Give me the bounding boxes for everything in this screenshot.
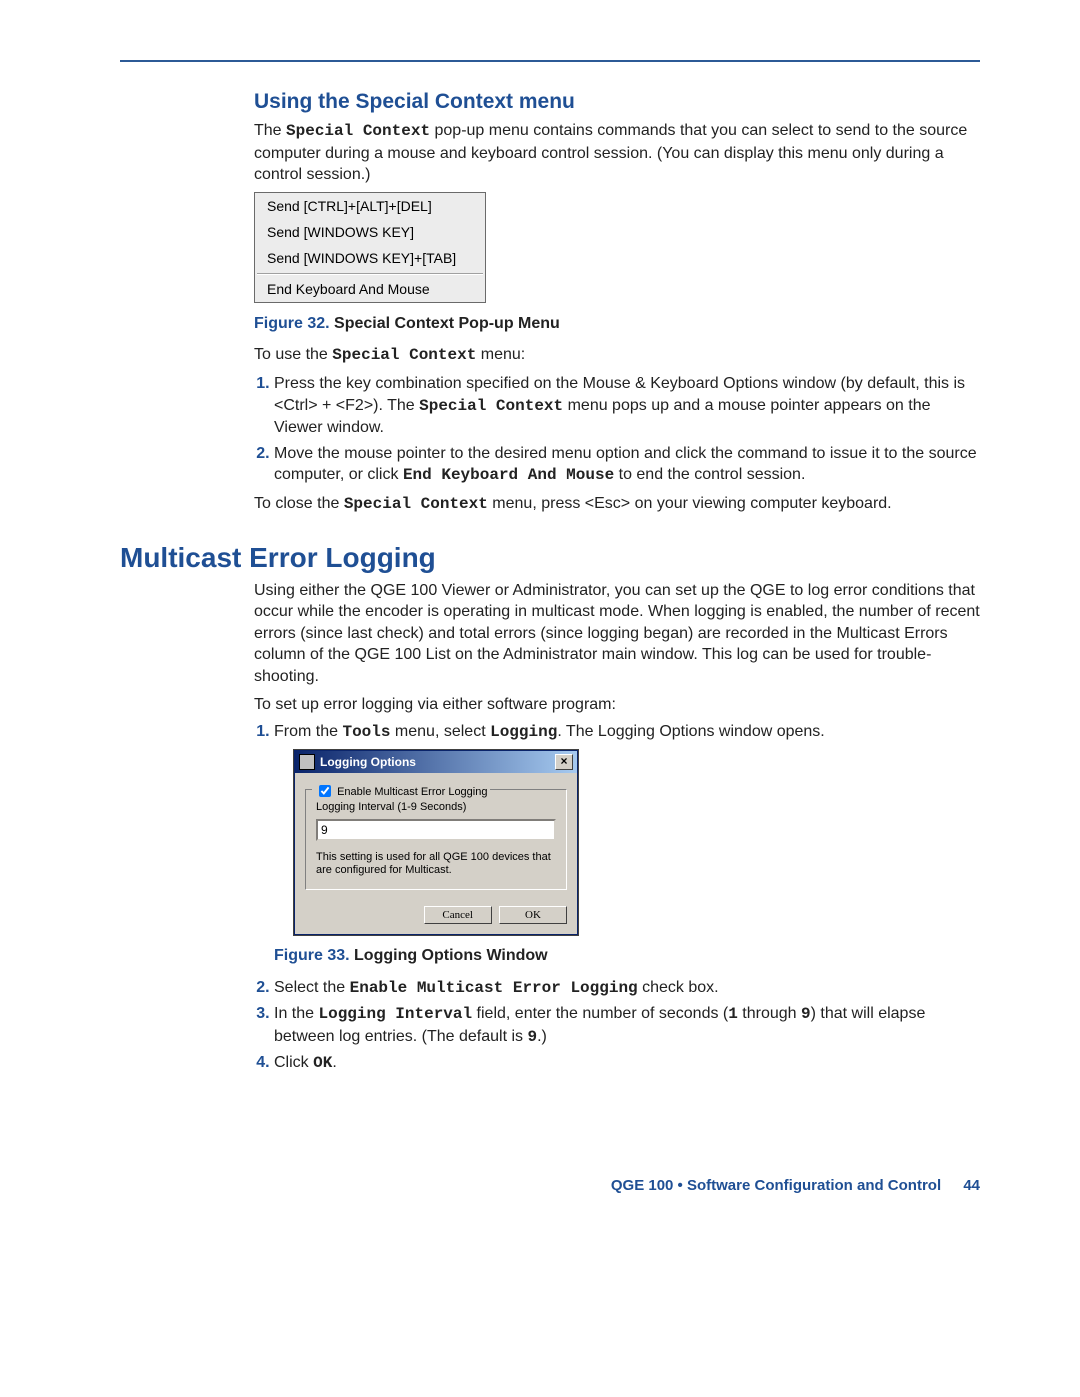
text: through [738, 1005, 801, 1022]
menu-item-send-ctrl-alt-del[interactable]: Send [CTRL]+[ALT]+[DEL] [255, 193, 485, 219]
term-special-context: Special Context [332, 346, 476, 364]
logging-interval-label: Logging Interval (1-9 Seconds) [316, 800, 556, 815]
term-special-context: Special Context [286, 122, 430, 140]
menu-separator [257, 273, 483, 274]
text: The [254, 122, 286, 139]
mel-intro2: To set up error logging via either softw… [254, 694, 980, 716]
text: .) [537, 1028, 547, 1045]
step-2: Move the mouse pointer to the desired me… [274, 443, 980, 487]
intro-paragraph-1: The Special Context pop-up menu contains… [254, 120, 980, 186]
page-top-rule [120, 60, 980, 62]
term-tools: Tools [342, 723, 390, 741]
figure-32-caption: Figure 32. Special Context Pop-up Menu [254, 313, 980, 335]
logging-interval-input[interactable] [316, 819, 556, 841]
special-context-menu-figure: Send [CTRL]+[ALT]+[DEL] Send [WINDOWS KE… [254, 192, 486, 303]
text: . [332, 1054, 336, 1071]
figure-number: Figure 33. [274, 947, 350, 964]
intro-paragraph-2: To use the Special Context menu: [254, 344, 980, 367]
term-logging-interval: Logging Interval [318, 1005, 472, 1023]
footer-page-number: 44 [963, 1177, 980, 1194]
groupbox-enable-logging: Enable Multicast Error Logging Logging I… [305, 789, 567, 890]
figure-33-caption: Figure 33. Logging Options Window [274, 945, 980, 967]
mel-steps: From the Tools menu, select Logging. The… [274, 721, 980, 1075]
text: . The Logging Options window opens. [557, 723, 824, 740]
groupbox-legend[interactable]: Enable Multicast Error Logging [312, 782, 490, 800]
term-logging: Logging [490, 723, 557, 741]
figure-title: Logging Options Window [350, 947, 548, 964]
checkbox-label: Enable Multicast Error Logging [337, 786, 487, 798]
enable-multicast-error-logging-checkbox[interactable] [319, 785, 331, 797]
footer-product: QGE 100 • Software Configuration and Con… [611, 1177, 941, 1194]
close-icon[interactable]: × [555, 754, 573, 770]
page-body: Using the Special Context menu The Speci… [120, 90, 980, 1121]
term-ok: OK [313, 1054, 332, 1072]
page-footer: QGE 100 • Software Configuration and Con… [120, 1177, 980, 1194]
dialog-titlebar[interactable]: Logging Options × [295, 751, 577, 773]
text: To close the [254, 495, 344, 512]
text: Click [274, 1054, 313, 1071]
text: menu, select [390, 723, 490, 740]
heading-multicast-error-logging: Multicast Error Logging [120, 542, 980, 574]
text: menu: [476, 346, 525, 363]
heading-special-context: Using the Special Context menu [254, 90, 980, 114]
num-9b: 9 [527, 1028, 537, 1046]
step-1: Press the key combination specified on t… [274, 373, 980, 439]
figure-title: Special Context Pop-up Menu [330, 315, 560, 332]
close-menu-instruction: To close the Special Context menu, press… [254, 493, 980, 516]
num-9a: 9 [801, 1005, 811, 1023]
text: From the [274, 723, 342, 740]
term-special-context: Special Context [344, 495, 488, 513]
text: to end the control session. [614, 466, 805, 483]
menu-item-send-windows-key[interactable]: Send [WINDOWS KEY] [255, 219, 485, 245]
term-enable-multicast-error-logging: Enable Multicast Error Logging [350, 979, 638, 997]
mel-intro: Using either the QGE 100 Viewer or Admin… [254, 580, 980, 688]
mel-step-4: Click OK. [274, 1052, 980, 1075]
text: To use the [254, 346, 332, 363]
text: check box. [638, 979, 719, 996]
text: field, enter the number of seconds ( [472, 1005, 728, 1022]
special-context-steps: Press the key combination specified on t… [274, 373, 980, 487]
text: Select the [274, 979, 350, 996]
text: menu, press <Esc> on your viewing comput… [488, 495, 892, 512]
cancel-button[interactable]: Cancel [424, 906, 492, 924]
text: In the [274, 1005, 318, 1022]
term-end-keyboard-mouse: End Keyboard And Mouse [403, 466, 614, 484]
mel-step-2: Select the Enable Multicast Error Loggin… [274, 977, 980, 1000]
menu-item-send-windows-tab[interactable]: Send [WINDOWS KEY]+[TAB] [255, 245, 485, 271]
mel-step-1: From the Tools menu, select Logging. The… [274, 721, 980, 967]
menu-item-end-keyboard-mouse[interactable]: End Keyboard And Mouse [255, 276, 485, 302]
system-icon [299, 754, 315, 770]
figure-number: Figure 32. [254, 315, 330, 332]
term-special-context: Special Context [419, 397, 563, 415]
ok-button[interactable]: OK [499, 906, 567, 924]
logging-options-dialog: Logging Options × Enable Multicast Error… [294, 750, 578, 935]
num-1: 1 [728, 1005, 738, 1023]
logging-hint: This setting is used for all QGE 100 dev… [316, 851, 556, 877]
mel-step-3: In the Logging Interval field, enter the… [274, 1003, 980, 1048]
dialog-title: Logging Options [320, 754, 555, 770]
